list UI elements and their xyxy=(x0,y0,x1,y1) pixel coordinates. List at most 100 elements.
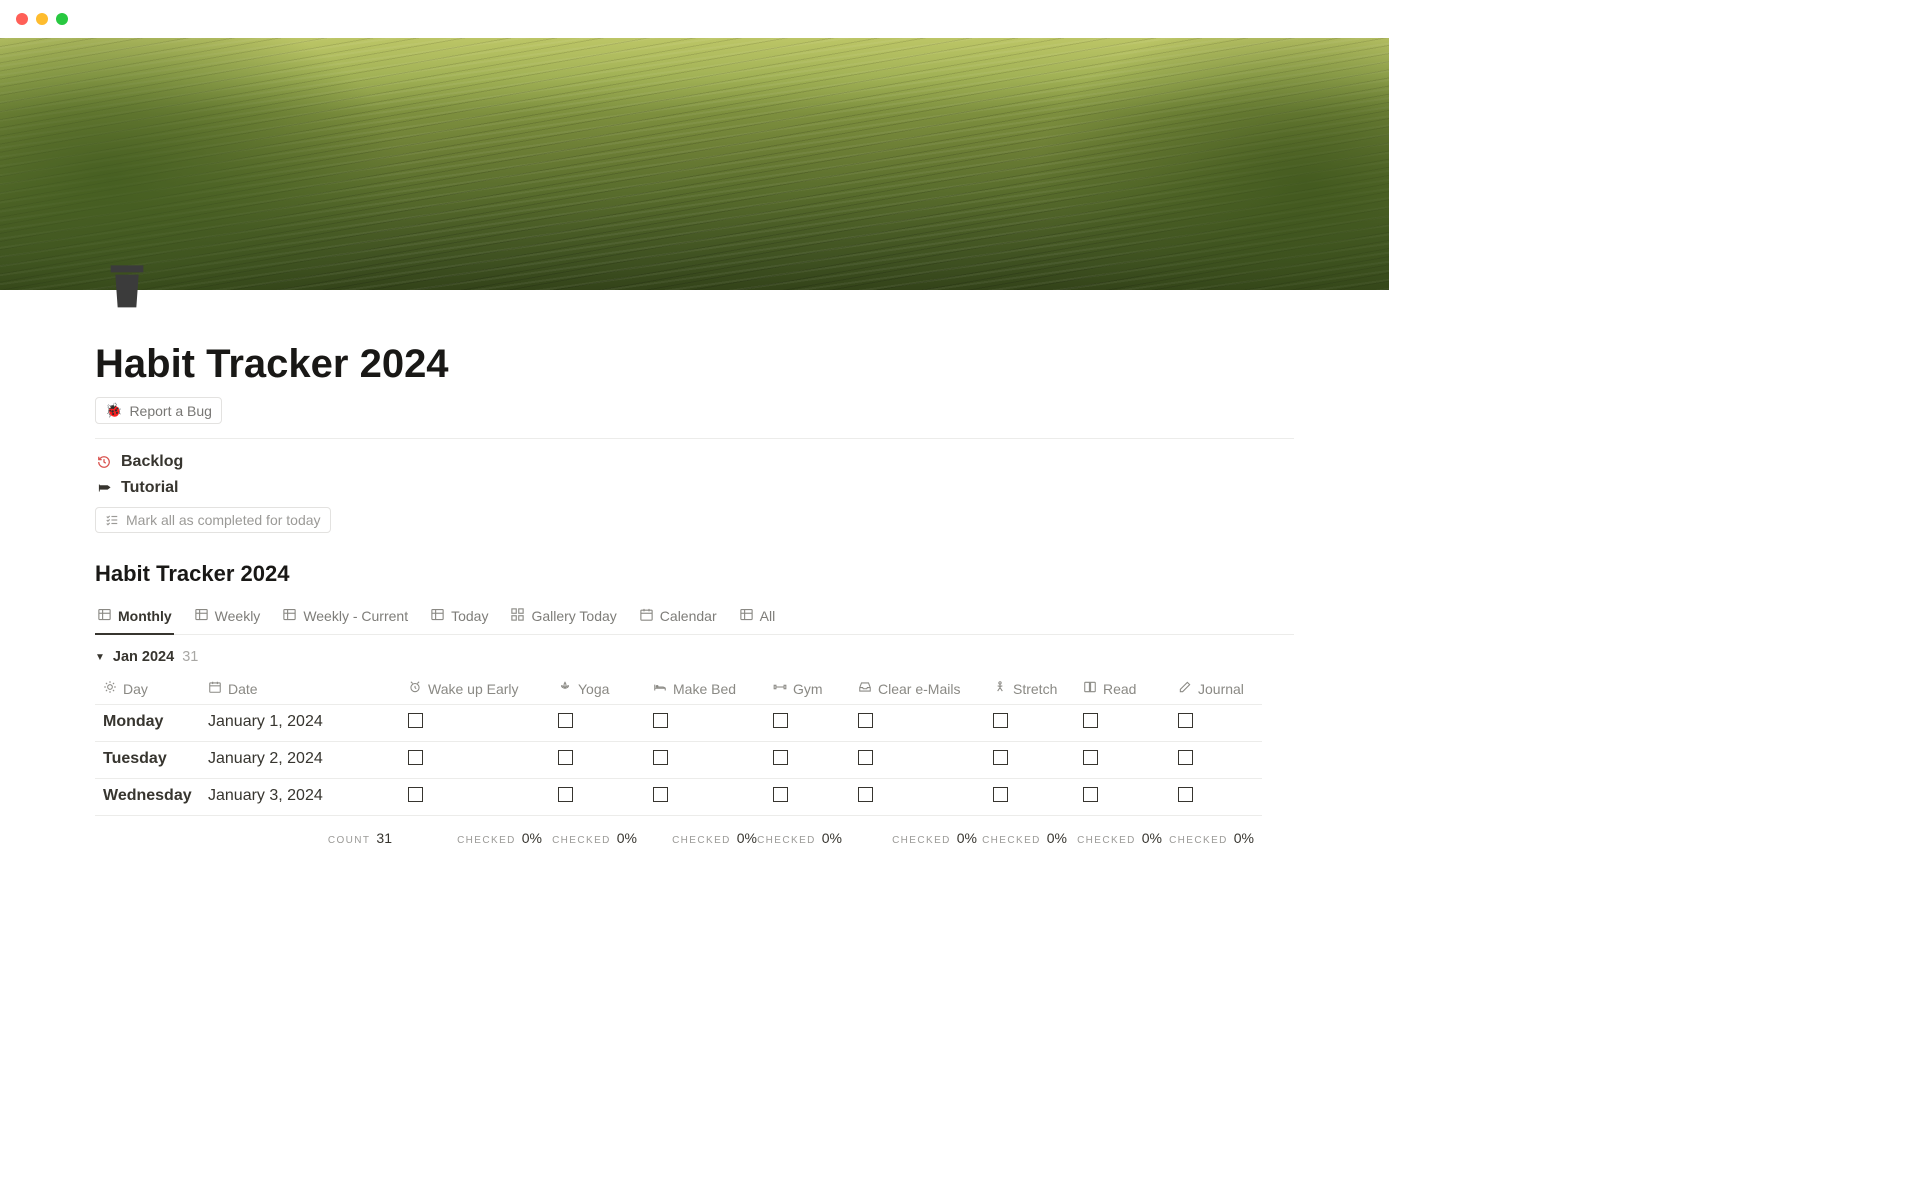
table-icon xyxy=(97,607,112,625)
footer-checked: CHECKED0% xyxy=(1075,824,1170,852)
column-header[interactable]: Journal xyxy=(1170,673,1262,705)
dumbbell-icon xyxy=(773,680,787,697)
column-header[interactable]: Day xyxy=(95,673,200,705)
cell-checkbox xyxy=(645,779,765,816)
tab-monthly[interactable]: Monthly xyxy=(95,601,174,635)
checkbox[interactable] xyxy=(1083,787,1098,802)
cell-checkbox xyxy=(765,779,850,816)
column-header[interactable]: Stretch xyxy=(985,673,1075,705)
cell-checkbox xyxy=(850,742,985,779)
page-title: Habit Tracker 2024 xyxy=(95,290,1294,397)
checkbox[interactable] xyxy=(858,750,873,765)
cell-checkbox xyxy=(550,742,645,779)
table-body: MondayJanuary 1, 2024TuesdayJanuary 2, 2… xyxy=(95,705,1294,816)
checkbox[interactable] xyxy=(653,787,668,802)
cell-checkbox xyxy=(645,742,765,779)
window-titlebar xyxy=(0,0,1389,38)
checkbox[interactable] xyxy=(993,750,1008,765)
checkbox[interactable] xyxy=(408,750,423,765)
cell-checkbox xyxy=(1075,779,1170,816)
tab-calendar[interactable]: Calendar xyxy=(637,601,719,635)
cell-checkbox xyxy=(645,705,765,742)
checkbox[interactable] xyxy=(1083,750,1098,765)
collapse-toggle-icon[interactable]: ▼ xyxy=(95,652,105,663)
mark-all-completed-button[interactable]: Mark all as completed for today xyxy=(95,507,331,533)
column-header[interactable]: Clear e-Mails xyxy=(850,673,985,705)
column-header[interactable]: Read xyxy=(1075,673,1170,705)
cell-checkbox xyxy=(550,705,645,742)
database-title[interactable]: Habit Tracker 2024 xyxy=(95,561,1294,587)
checkbox[interactable] xyxy=(558,750,573,765)
page-icon[interactable] xyxy=(95,252,159,316)
checkbox[interactable] xyxy=(1178,713,1193,728)
checkbox[interactable] xyxy=(993,713,1008,728)
cell-checkbox xyxy=(985,705,1075,742)
cell-checkbox xyxy=(400,742,550,779)
cell-date: January 1, 2024 xyxy=(200,705,400,742)
link-label: Tutorial xyxy=(121,479,178,497)
tab-today[interactable]: Today xyxy=(428,601,490,635)
group-header[interactable]: ▼ Jan 2024 31 xyxy=(95,635,1294,673)
column-header[interactable]: Make Bed xyxy=(645,673,765,705)
checkbox[interactable] xyxy=(558,713,573,728)
column-header[interactable]: Gym xyxy=(765,673,850,705)
close-window-button[interactable] xyxy=(16,13,28,25)
cell-checkbox xyxy=(1170,705,1262,742)
checkbox[interactable] xyxy=(653,750,668,765)
cover-image xyxy=(0,38,1389,290)
link-backlog[interactable]: Backlog xyxy=(95,449,1294,475)
table-row[interactable]: MondayJanuary 1, 2024 xyxy=(95,705,1294,742)
sun-icon xyxy=(103,680,117,697)
checkbox[interactable] xyxy=(653,713,668,728)
table-icon xyxy=(430,607,445,625)
tab-gallery-today[interactable]: Gallery Today xyxy=(508,601,618,635)
alarm-icon xyxy=(408,680,422,697)
person-icon xyxy=(993,680,1007,697)
divider xyxy=(95,438,1294,439)
column-header[interactable]: Yoga xyxy=(550,673,645,705)
cell-date: January 2, 2024 xyxy=(200,742,400,779)
table-icon xyxy=(194,607,209,625)
cell-day: Monday xyxy=(95,705,200,742)
checkbox[interactable] xyxy=(773,787,788,802)
cell-checkbox xyxy=(765,742,850,779)
column-header[interactable]: Wake up Early xyxy=(400,673,550,705)
checkbox[interactable] xyxy=(1083,713,1098,728)
table-row[interactable]: WednesdayJanuary 3, 2024 xyxy=(95,779,1294,816)
calendar-icon xyxy=(208,680,222,697)
footer-checked: CHECKED0% xyxy=(645,824,765,852)
bug-icon: 🐞 xyxy=(105,402,122,419)
column-header[interactable]: Date xyxy=(200,673,400,705)
tab-all[interactable]: All xyxy=(737,601,778,635)
report-bug-button[interactable]: 🐞 Report a Bug xyxy=(95,397,222,424)
mark-all-label: Mark all as completed for today xyxy=(126,512,321,528)
table-row[interactable]: TuesdayJanuary 2, 2024 xyxy=(95,742,1294,779)
checkbox[interactable] xyxy=(408,787,423,802)
checkbox[interactable] xyxy=(558,787,573,802)
checkbox[interactable] xyxy=(408,713,423,728)
cell-checkbox xyxy=(985,742,1075,779)
checklist-icon xyxy=(105,513,119,527)
tab-weekly[interactable]: Weekly xyxy=(192,601,263,635)
checkbox[interactable] xyxy=(993,787,1008,802)
checkbox[interactable] xyxy=(858,787,873,802)
table-header: DayDateWake up EarlyYogaMake BedGymClear… xyxy=(95,673,1294,705)
checkbox[interactable] xyxy=(1178,750,1193,765)
tab-weekly---current[interactable]: Weekly - Current xyxy=(280,601,410,635)
checkbox[interactable] xyxy=(773,713,788,728)
gallery-icon xyxy=(510,607,525,625)
cell-checkbox xyxy=(400,705,550,742)
cell-checkbox xyxy=(850,705,985,742)
minimize-window-button[interactable] xyxy=(36,13,48,25)
checkbox[interactable] xyxy=(773,750,788,765)
footer-checked: CHECKED0% xyxy=(765,824,850,852)
book-icon xyxy=(1083,680,1097,697)
checkbox[interactable] xyxy=(1178,787,1193,802)
cell-checkbox xyxy=(1170,742,1262,779)
report-bug-label: Report a Bug xyxy=(129,403,212,419)
cell-checkbox xyxy=(400,779,550,816)
link-tutorial[interactable]: Tutorial xyxy=(95,475,1294,501)
checkbox[interactable] xyxy=(858,713,873,728)
maximize-window-button[interactable] xyxy=(56,13,68,25)
footer-checked: CHECKED0% xyxy=(550,824,645,852)
